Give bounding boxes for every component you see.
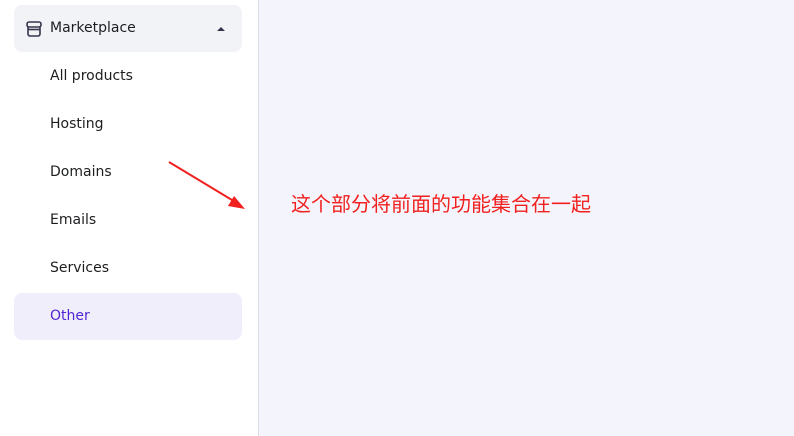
- sidebar-item-label: Other: [50, 308, 90, 324]
- sidebar-item-emails[interactable]: Emails: [14, 197, 242, 244]
- storefront-icon: [26, 21, 42, 37]
- sidebar-item-hosting[interactable]: Hosting: [14, 101, 242, 148]
- caret-up-icon: [217, 27, 225, 31]
- app-window: Marketplace All products Hosting Domains…: [0, 0, 794, 436]
- annotation-text: 这个部分将前面的功能集合在一起: [291, 192, 591, 216]
- sidebar-item-services[interactable]: Services: [14, 245, 242, 292]
- sidebar-item-all-products[interactable]: All products: [14, 53, 242, 100]
- sidebar: Marketplace All products Hosting Domains…: [0, 0, 259, 436]
- sidebar-item-domains[interactable]: Domains: [14, 149, 242, 196]
- sidebar-item-label: Services: [50, 260, 110, 276]
- marketplace-group-header[interactable]: Marketplace: [14, 5, 242, 52]
- sidebar-item-label: Emails: [50, 212, 97, 228]
- sidebar-item-label: All products: [50, 68, 133, 84]
- sidebar-item-label: Domains: [50, 164, 112, 180]
- marketplace-group-label: Marketplace: [50, 20, 136, 36]
- sidebar-item-label: Hosting: [50, 116, 104, 132]
- sidebar-item-other[interactable]: Other: [14, 293, 242, 340]
